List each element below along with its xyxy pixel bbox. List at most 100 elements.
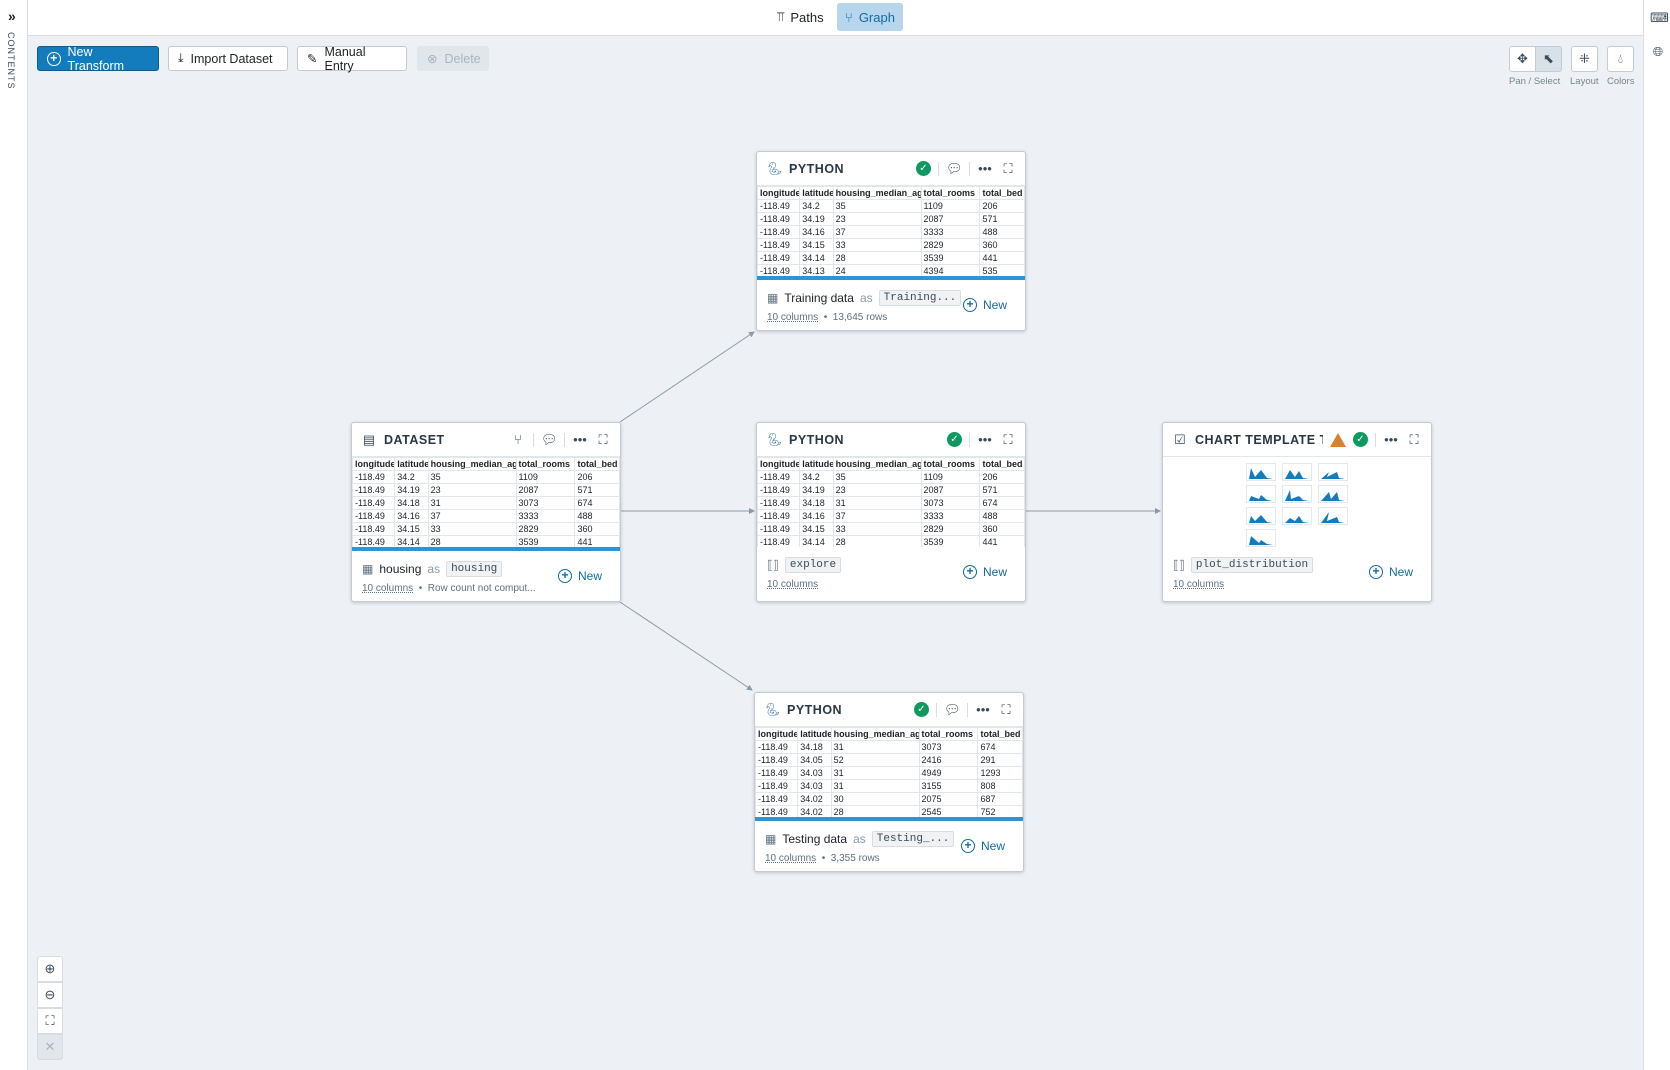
column-header[interactable]: longitude <box>757 457 801 471</box>
new-button[interactable]: + New <box>1368 565 1413 579</box>
check-circle-icon[interactable]: ✓ <box>1353 432 1368 447</box>
table-row: -118.49 34.05 52 2416 291 <box>755 753 1023 767</box>
comment-icon[interactable]: 💬︎ <box>946 161 963 177</box>
check-circle-icon[interactable]: ✓ <box>947 432 962 447</box>
column-header[interactable]: total_rooms <box>920 186 981 200</box>
table-cell: -118.49 <box>757 225 801 239</box>
table-cell: -118.49 <box>755 805 799 817</box>
table-cell: 488 <box>979 225 1025 239</box>
node-dataset[interactable]: ▤ DATASET ⑂ 💬︎ ••• ⛶ longitude latitude housing_… <box>351 422 621 602</box>
column-header[interactable]: total_bed <box>977 727 1023 741</box>
new-label: New <box>980 839 1005 853</box>
table-cell: -118.49 <box>352 470 396 484</box>
table-cell: -118.49 <box>352 509 396 523</box>
table-row: -118.49 34.19 23 2087 571 <box>757 212 1025 226</box>
new-button[interactable]: + New <box>962 298 1007 312</box>
alias-chip[interactable]: plot_distribution <box>1190 557 1314 573</box>
new-button[interactable]: + New <box>557 569 602 583</box>
columns-link[interactable]: 10 columns <box>1173 579 1224 590</box>
node-python-bottom[interactable]: 🐍︎ PYTHON ✓ 💬︎ ••• ⛶ longitude latitude housing_… <box>754 692 1024 872</box>
data-preview-table[interactable]: longitude latitude housing_median_age total… <box>352 456 620 547</box>
column-header[interactable]: housing_median_age <box>832 186 922 200</box>
table-cell: 3155 <box>918 779 979 793</box>
column-header[interactable]: latitude <box>797 727 832 741</box>
node-header: 🐍︎ PYTHON ✓ 💬︎ ••• ⛶ <box>755 693 1023 726</box>
data-preview-table[interactable]: longitude latitude housing_median_age total… <box>755 726 1023 817</box>
column-header[interactable]: longitude <box>755 727 799 741</box>
check-circle-icon[interactable]: ✓ <box>914 702 929 717</box>
alias-chip[interactable]: explore <box>784 557 842 573</box>
maximize-icon[interactable]: ⛶ <box>1000 161 1016 177</box>
alias-chip[interactable]: housing <box>446 561 503 577</box>
warning-icon[interactable] <box>1330 432 1346 447</box>
column-header[interactable]: housing_median_age <box>830 727 920 741</box>
columns-link[interactable]: 10 columns <box>767 312 818 323</box>
table-cell: 28 <box>832 535 922 547</box>
column-header[interactable]: total_bed <box>979 457 1025 471</box>
table-cell: 35 <box>832 199 922 213</box>
table-header-row: longitude latitude housing_median_age total… <box>352 457 620 471</box>
more-icon[interactable]: ••• <box>1383 432 1399 447</box>
more-icon[interactable]: ••• <box>572 432 588 447</box>
column-header[interactable]: latitude <box>799 186 834 200</box>
column-header[interactable]: latitude <box>394 457 429 471</box>
alias-chip[interactable]: Testing_... <box>871 831 955 847</box>
table-row: -118.49 34.18 31 3073 674 <box>352 496 620 510</box>
column-header[interactable]: housing_median_age <box>427 457 517 471</box>
column-header[interactable]: latitude <box>799 457 834 471</box>
maximize-icon[interactable]: ⛶ <box>998 702 1014 718</box>
data-preview-table[interactable]: longitude latitude housing_median_age total… <box>757 185 1025 276</box>
table-cell: 34.2 <box>394 470 429 484</box>
zoom-in-button[interactable]: ⊕ <box>37 956 63 982</box>
new-button[interactable]: + New <box>962 565 1007 579</box>
chart-preview[interactable] <box>1163 456 1431 547</box>
table-cell: -118.49 <box>757 199 801 213</box>
as-label: as <box>859 291 873 305</box>
node-chart[interactable]: ☑ CHART TEMPLATE T... ✓ ••• ⛶ ⟦⟧ plot_distribu… <box>1162 422 1432 602</box>
columns-link[interactable]: 10 columns <box>767 579 818 590</box>
node-python-top[interactable]: 🐍︎ PYTHON ✓ 💬︎ ••• ⛶ longitude latitude housing_… <box>756 151 1026 331</box>
more-icon[interactable]: ••• <box>975 702 991 717</box>
table-row: -118.49 34.02 30 2075 687 <box>755 792 1023 806</box>
data-preview-table[interactable]: longitude latitude housing_median_age total… <box>757 456 1025 547</box>
column-header[interactable]: longitude <box>757 186 801 200</box>
table-cell: 206 <box>979 199 1025 213</box>
column-header[interactable]: total_bed <box>574 457 620 471</box>
check-circle-icon[interactable]: ✓ <box>916 161 931 176</box>
table-row: -118.49 34.2 35 1109 206 <box>757 199 1025 213</box>
maximize-icon[interactable]: ⛶ <box>1000 432 1016 448</box>
column-header[interactable]: housing_median_age <box>832 457 922 471</box>
columns-link[interactable]: 10 columns <box>765 853 816 864</box>
node-python-mid[interactable]: 🐍︎ PYTHON ✓ ••• ⛶ longitude latitude housing_me… <box>756 422 1026 602</box>
table-cell: -118.49 <box>757 509 801 523</box>
zoom-out-button[interactable]: ⊖ <box>37 982 63 1008</box>
more-icon[interactable]: ••• <box>977 161 993 176</box>
column-header[interactable]: total_rooms <box>515 457 576 471</box>
table-cell: 33 <box>427 522 517 536</box>
branch-icon[interactable]: ⑂ <box>510 432 526 447</box>
columns-link[interactable]: 10 columns <box>362 583 413 594</box>
maximize-icon[interactable]: ⛶ <box>1406 432 1422 448</box>
column-header[interactable]: total_bed <box>979 186 1025 200</box>
table-cell: 31 <box>427 496 517 510</box>
maximize-icon[interactable]: ⛶ <box>595 432 611 448</box>
table-header-row: longitude latitude housing_median_age total… <box>757 186 1025 200</box>
column-header[interactable]: total_rooms <box>918 727 979 741</box>
table-cell: 37 <box>832 509 922 523</box>
code-file-icon: ⟦⟧ <box>1173 558 1185 572</box>
column-header[interactable]: longitude <box>352 457 396 471</box>
graph-layout-button[interactable]: ✕ <box>37 1034 63 1060</box>
table-cell: 31 <box>830 766 920 780</box>
table-cell: 34.03 <box>797 766 832 780</box>
more-icon[interactable]: ••• <box>977 432 993 447</box>
table-cell: 34.19 <box>394 483 429 497</box>
new-button[interactable]: + New <box>960 839 1005 853</box>
comment-icon[interactable]: 💬︎ <box>944 702 961 718</box>
table-cell: 687 <box>977 792 1023 806</box>
node-footer: ▦ housing as housing 10 columns • Row count … <box>362 561 602 594</box>
column-header[interactable]: total_rooms <box>920 457 981 471</box>
comment-icon[interactable]: 💬︎ <box>541 432 558 448</box>
alias-chip[interactable]: Training... <box>878 290 962 306</box>
fit-view-button[interactable]: ⛶ <box>37 1008 63 1034</box>
table-cell: 34.2 <box>799 470 834 484</box>
